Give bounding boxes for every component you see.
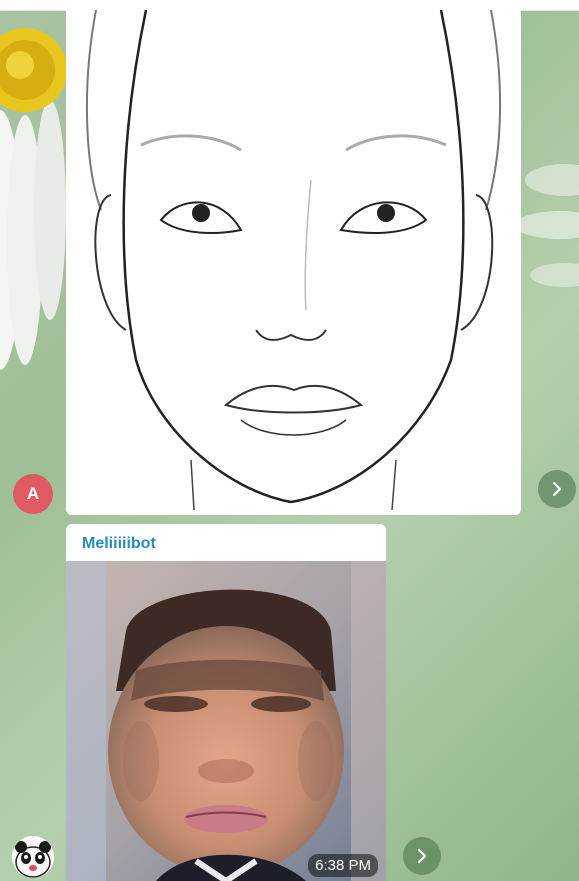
bot-avatar[interactable] (12, 836, 54, 878)
photo-message-face-sketch[interactable] (66, 10, 521, 515)
message-time: 6:38 PM (308, 854, 378, 877)
daisy-wallpaper-icon (0, 28, 67, 370)
chevron-right-icon (417, 848, 427, 864)
sender-name[interactable]: Meliiiiibot (82, 535, 156, 553)
forward-button[interactable] (538, 470, 576, 508)
sender-avatar-a[interactable]: A (13, 474, 53, 514)
bot-photo-message[interactable]: Meliiiiibot 6:38 PM (66, 524, 386, 881)
forward-button-2[interactable] (403, 837, 441, 875)
panda-avatar-icon (12, 836, 54, 878)
face-sketch-image (66, 10, 521, 515)
chevron-right-icon (552, 481, 562, 497)
generated-face-image (66, 561, 386, 881)
